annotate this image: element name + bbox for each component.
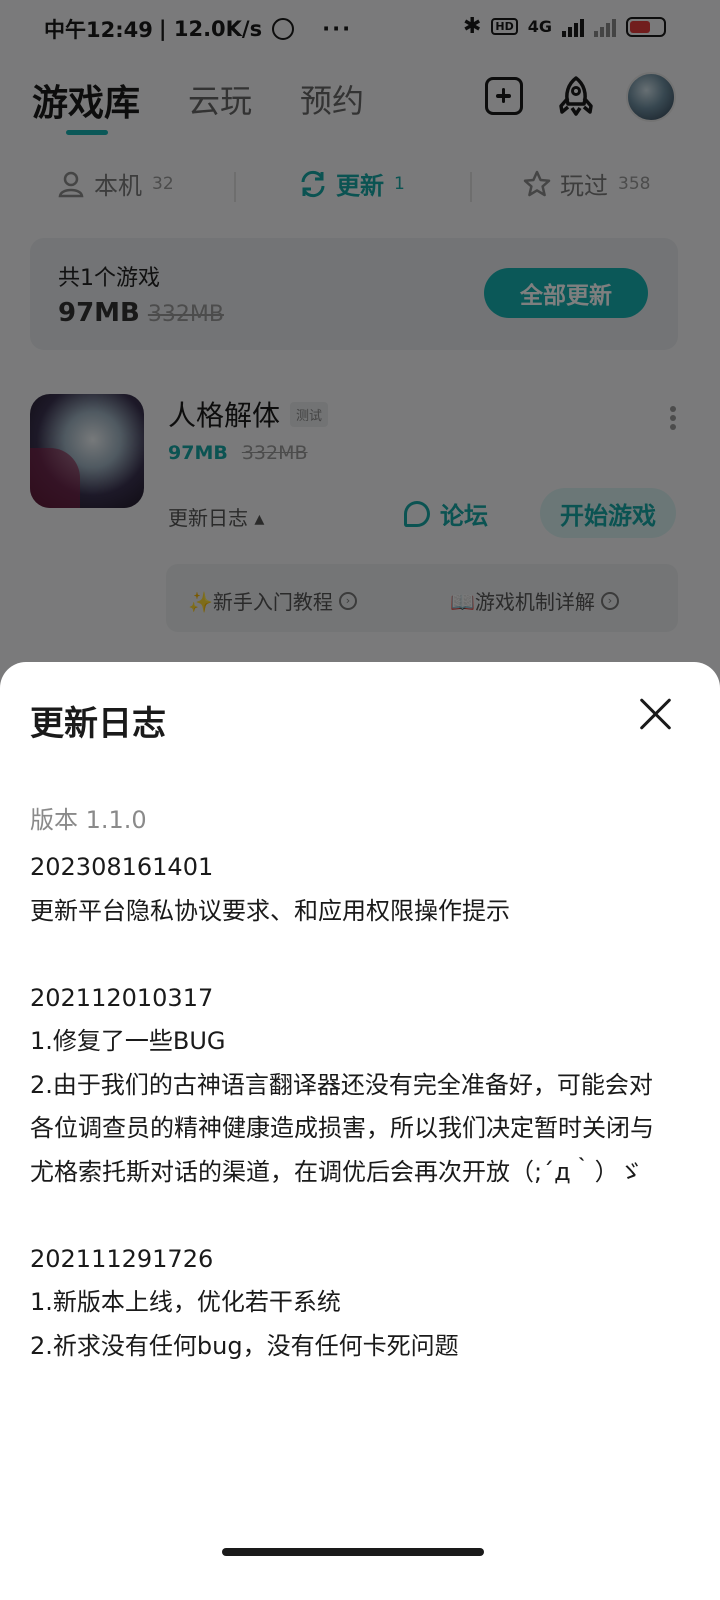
- entry-id: 202308161401: [30, 853, 214, 881]
- entry-line: 1.新版本上线，优化若干系统: [30, 1288, 341, 1316]
- version-label: 版本 1.1.0: [30, 806, 147, 834]
- sheet-title: 更新日志: [30, 704, 166, 744]
- entry-line: 2.由于我们的古神语言翻译器还没有完全准备好，可能会对各位调查员的精神健康造成损…: [30, 1070, 654, 1186]
- entry-id: 202111291726: [30, 1244, 214, 1273]
- entry-line: 2.祈求没有任何bug，没有任何卡死问题: [30, 1331, 459, 1360]
- entry-line: 1.修复了一些BUG: [30, 1027, 226, 1055]
- changelog-content: 202308161401 更新平台隐私协议要求、和应用权限操作提示 202112…: [30, 846, 670, 1368]
- entry-line: 更新平台隐私协议要求、和应用权限操作提示: [30, 896, 510, 925]
- entry-spacer: [30, 1194, 670, 1238]
- entry-spacer: [30, 933, 670, 977]
- changelog-sheet: 更新日志 版本 1.1.0 202308161401 更新平台隐私协议要求、和应…: [0, 662, 720, 1600]
- home-indicator[interactable]: [222, 1548, 484, 1556]
- entry-id: 202112010317: [30, 983, 214, 1012]
- close-icon[interactable]: [638, 696, 674, 732]
